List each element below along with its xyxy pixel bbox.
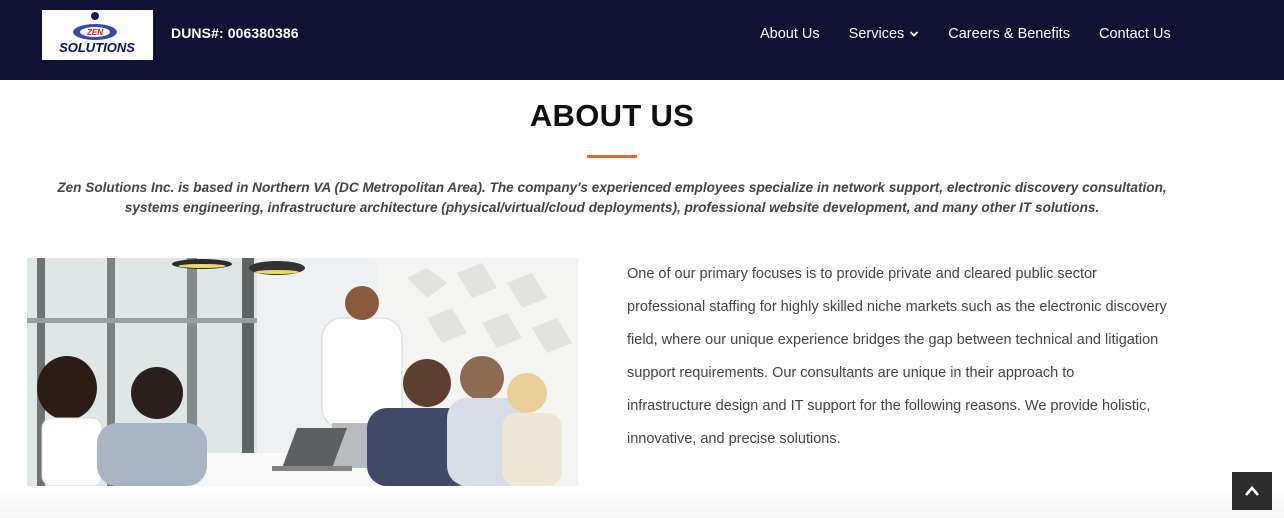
intro-paragraph: Zen Solutions Inc. is based in Northern … xyxy=(20,178,1204,218)
chevron-up-icon xyxy=(1245,486,1259,496)
scroll-to-top-button[interactable] xyxy=(1232,472,1272,510)
body-line: innovative, and precise solutions. xyxy=(627,431,841,447)
body-line: infrastructure design and IT support for… xyxy=(627,398,1151,414)
nav-careers-benefits[interactable]: Careers & Benefits xyxy=(948,26,1070,42)
nav-about-us-label: About Us xyxy=(760,26,820,42)
nav-careers-label: Careers & Benefits xyxy=(948,26,1070,42)
duns-number: DUNS#: 006380386 xyxy=(171,25,299,41)
logo-wordmark: SOLUTIONS xyxy=(59,40,135,55)
intro-line: Zen Solutions Inc. is based in Northern … xyxy=(57,180,1167,195)
intro-line: systems engineering, infrastructure arch… xyxy=(124,200,1100,215)
company-logo[interactable]: ZEN SOLUTIONS xyxy=(42,10,153,60)
page-title: ABOUT US xyxy=(529,98,695,133)
body-line: One of our primary focuses is to provide… xyxy=(627,266,1097,282)
body-line: field, where our unique experience bridg… xyxy=(627,332,1159,348)
nav-services-label: Services xyxy=(848,26,905,42)
title-divider xyxy=(587,155,637,158)
body-line: support requirements. Our consultants ar… xyxy=(627,365,1075,381)
site-header: ZEN SOLUTIONS DUNS#: 006380386 About Us … xyxy=(0,0,1284,80)
logo-graphic: ZEN SOLUTIONS xyxy=(59,12,135,55)
chevron-down-icon xyxy=(910,31,919,37)
nav-contact-label: Contact Us xyxy=(1098,26,1171,42)
nav-contact-us[interactable]: Contact Us xyxy=(1099,26,1171,42)
about-body-text: One of our primary focuses is to provide… xyxy=(627,258,1197,456)
photo-illustration xyxy=(27,258,578,486)
page: ZEN SOLUTIONS DUNS#: 006380386 About Us … xyxy=(0,0,1284,518)
nav-services[interactable]: Services xyxy=(849,26,920,42)
body-line: professional staffing for highly skilled… xyxy=(627,299,1167,315)
main-nav: About Us Services Careers & Benefits Con… xyxy=(760,26,1171,42)
nav-about-us[interactable]: About Us xyxy=(760,26,820,42)
team-meeting-photo xyxy=(27,258,578,486)
logo-badge-text: ZEN xyxy=(86,28,103,37)
